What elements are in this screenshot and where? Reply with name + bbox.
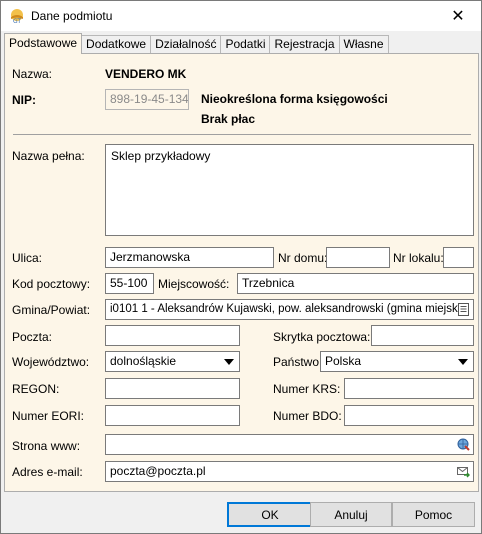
numer-eori-label: Numer EORI: bbox=[12, 409, 85, 423]
ulica-label: Ulica: bbox=[12, 251, 43, 265]
gmina-powiat-label: Gmina/Powiat: bbox=[12, 303, 91, 317]
nr-domu-field[interactable] bbox=[326, 247, 390, 268]
numer-krs-field[interactable] bbox=[344, 378, 474, 399]
kod-pocztowy-field[interactable]: 55-100 bbox=[105, 273, 154, 294]
window-title: Dane podmiotu bbox=[31, 9, 113, 23]
open-website-icon[interactable] bbox=[457, 438, 470, 451]
regon-field[interactable] bbox=[105, 378, 240, 399]
ulica-field[interactable]: Jerzmanowska bbox=[105, 247, 274, 268]
adres-email-label: Adres e-mail: bbox=[12, 465, 83, 479]
title-bar[interactable]: GT Dane podmiotu ✕ bbox=[1, 1, 481, 31]
numer-bdo-field[interactable] bbox=[344, 405, 474, 426]
close-button[interactable]: ✕ bbox=[435, 1, 481, 31]
list-picker-icon[interactable] bbox=[457, 303, 470, 316]
nr-lokalu-label: Nr lokalu: bbox=[393, 251, 444, 265]
help-button[interactable]: Pomoc bbox=[392, 502, 475, 527]
chevron-down-icon bbox=[458, 359, 468, 365]
nazwa-pelna-field[interactable]: Sklep przykładowy bbox=[105, 144, 474, 236]
nr-domu-label: Nr domu: bbox=[278, 251, 328, 265]
tab-panel-podstawowe: Nazwa: VENDERO MK NIP: 898-19-45-134 Nie… bbox=[4, 53, 479, 492]
strona-www-field[interactable] bbox=[105, 434, 474, 455]
strona-www-label: Strona www: bbox=[12, 439, 81, 453]
kod-pocztowy-label: Kod pocztowy: bbox=[12, 277, 91, 291]
regon-label: REGON: bbox=[12, 382, 60, 396]
nazwa-pelna-label: Nazwa pełna: bbox=[12, 149, 85, 163]
tab-bar: Podstawowe Dodatkowe Działalność Podatki… bbox=[4, 33, 389, 54]
dialog-window: GT Dane podmiotu ✕ Podstawowe Dodatkowe … bbox=[0, 0, 482, 534]
miejscowosc-label: Miejscowość: bbox=[158, 277, 230, 291]
gmina-powiat-value: i0101 1 - Aleksandrów Kujawski, pow. ale… bbox=[110, 303, 468, 315]
wojewodztwo-select[interactable]: dolnośląskie bbox=[105, 351, 240, 372]
tab-rejestracja[interactable]: Rejestracja bbox=[269, 35, 340, 54]
panstwo-label: Państwo: bbox=[273, 355, 323, 369]
place-text: Brak płac bbox=[201, 112, 256, 126]
section-divider bbox=[13, 134, 471, 135]
nip-label: NIP: bbox=[12, 93, 36, 107]
nip-field[interactable]: 898-19-45-134 bbox=[105, 89, 189, 110]
poczta-label: Poczta: bbox=[12, 330, 53, 344]
tab-podstawowe[interactable]: Podstawowe bbox=[4, 33, 83, 54]
tab-wlasne[interactable]: Własne bbox=[338, 35, 389, 54]
skrytka-pocztowa-label: Skrytka pocztowa: bbox=[273, 330, 371, 344]
numer-eori-field[interactable] bbox=[105, 405, 240, 426]
tab-podatki[interactable]: Podatki bbox=[220, 35, 271, 54]
adres-email-value: poczta@poczta.pl bbox=[110, 464, 206, 478]
forma-ksiegowosci-text: Nieokreślona forma księgowości bbox=[201, 92, 388, 106]
app-logo-icon: GT bbox=[9, 8, 25, 25]
wojewodztwo-value: dolnośląskie bbox=[110, 354, 177, 368]
nazwa-label: Nazwa: bbox=[12, 67, 53, 81]
panstwo-value: Polska bbox=[325, 354, 362, 368]
numer-bdo-label: Numer BDO: bbox=[273, 409, 342, 423]
skrytka-pocztowa-field[interactable] bbox=[371, 325, 474, 346]
close-icon: ✕ bbox=[451, 8, 465, 25]
adres-email-field[interactable]: poczta@poczta.pl bbox=[105, 461, 474, 482]
miejscowosc-field[interactable]: Trzebnica bbox=[237, 273, 474, 294]
chevron-down-icon bbox=[224, 359, 234, 365]
nr-lokalu-field[interactable] bbox=[443, 247, 474, 268]
tab-dodatkowe[interactable]: Dodatkowe bbox=[81, 35, 152, 54]
tab-dzialalnosc[interactable]: Działalność bbox=[150, 35, 222, 54]
send-email-icon[interactable] bbox=[457, 465, 470, 478]
svg-text:GT: GT bbox=[13, 18, 21, 24]
ok-button[interactable]: OK bbox=[227, 502, 313, 527]
panstwo-select[interactable]: Polska bbox=[320, 351, 474, 372]
nazwa-value: VENDERO MK bbox=[105, 67, 187, 81]
poczta-field[interactable] bbox=[105, 325, 240, 346]
cancel-button[interactable]: Anuluj bbox=[310, 502, 392, 527]
gmina-powiat-field[interactable]: i0101 1 - Aleksandrów Kujawski, pow. ale… bbox=[105, 299, 474, 320]
numer-krs-label: Numer KRS: bbox=[273, 382, 341, 396]
wojewodztwo-label: Województwo: bbox=[12, 355, 90, 369]
